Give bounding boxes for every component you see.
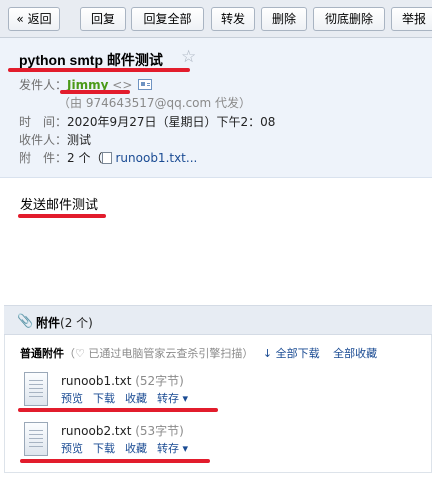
report-button[interactable]: 举报 — [391, 7, 432, 31]
attachment-filename: runoob2.txt (53字节) — [61, 422, 184, 439]
attachment-size: (52字节) — [135, 374, 184, 388]
collect-link[interactable]: 收藏 — [125, 442, 147, 455]
file-icon — [102, 152, 113, 164]
attachments-header: 📎 附件(2 个) — [4, 305, 432, 335]
contact-card-icon[interactable] — [138, 79, 153, 90]
on-behalf-row: （由 974643517@qq.com 代发） — [58, 94, 251, 112]
download-link[interactable]: 下载 — [93, 392, 115, 405]
attachment-row: 附 件：2 个（ runoob1.txt... — [19, 149, 197, 167]
file-icon[interactable] — [24, 422, 48, 456]
attachment-actions: 预览 下载 收藏 转存 ▾ — [61, 390, 198, 406]
download-all-link[interactable]: ↓ 全部下载 — [263, 347, 320, 360]
time-label: 时 间： — [19, 115, 68, 129]
file-icon[interactable] — [24, 372, 48, 406]
delete-forever-button[interactable]: 彻底删除 — [313, 7, 385, 31]
delete-button[interactable]: 删除 — [261, 7, 307, 31]
highlight-underline — [20, 459, 210, 463]
attachment-count: 2 个 — [67, 151, 91, 165]
mail-header: python smtp 邮件测试 ☆ 发件人：Jimmy <> （由 97464… — [0, 38, 432, 178]
attachment-item: runoob2.txt (53字节) 预览 下载 收藏 转存 ▾ — [20, 422, 410, 462]
collect-link[interactable]: 收藏 — [125, 392, 147, 405]
on-behalf-text: （由 974643517@qq.com 代发） — [58, 96, 252, 110]
scan-note: （♡ 已通过电脑管家云查杀引擎扫描） — [64, 347, 254, 360]
attachment-size: (53字节) — [135, 424, 184, 438]
paperclip-icon: 📎 — [17, 314, 34, 329]
to-value[interactable]: 测试 — [67, 133, 91, 147]
highlight-underline — [8, 68, 190, 72]
attachment-actions: 预览 下载 收藏 转存 ▾ — [61, 440, 198, 456]
forward-button[interactable]: 转发 — [211, 7, 255, 31]
attachment-name[interactable]: runoob1.txt — [61, 374, 131, 388]
to-row: 收件人：测试 — [19, 131, 91, 149]
attachment-name[interactable]: runoob2.txt — [61, 424, 131, 438]
save-to-link[interactable]: 转存 ▾ — [157, 442, 188, 455]
highlight-underline — [18, 408, 218, 412]
time-value: 2020年9月27日（星期日）下午2：08 — [67, 115, 276, 129]
preview-link[interactable]: 预览 — [61, 392, 83, 405]
attachments-title-label: 附件 — [36, 316, 61, 330]
attachments-title: 附件(2 个) — [36, 314, 93, 331]
mail-body-text: 发送邮件测试 — [20, 198, 99, 213]
back-button[interactable]: « 返回 — [8, 7, 60, 31]
attachments-title-count: (2 个) — [60, 316, 93, 330]
attachments-panel: 普通附件（♡ 已通过电脑管家云查杀引擎扫描） ↓ 全部下载 全部收藏 runoo… — [4, 335, 432, 473]
normal-attachments-label: 普通附件 — [20, 347, 64, 360]
highlight-underline — [18, 214, 106, 218]
attachment-filename: runoob1.txt (52字节) — [61, 372, 184, 389]
highlight-underline — [60, 90, 130, 94]
mail-toolbar: « 返回 回复 回复全部 转发 删除 彻底删除 举报 — [0, 0, 432, 38]
attachment-preview-link[interactable]: runoob1.txt... — [115, 151, 197, 165]
time-row: 时 间：2020年9月27日（星期日）下午2：08 — [19, 113, 275, 131]
download-link[interactable]: 下载 — [93, 442, 115, 455]
attachment-item: runoob1.txt (52字节) 预览 下载 收藏 转存 ▾ — [20, 372, 410, 412]
save-to-link[interactable]: 转存 ▾ — [157, 392, 188, 405]
to-label: 收件人： — [19, 133, 68, 147]
attachment-label: 附 件： — [19, 151, 68, 165]
collect-all-link[interactable]: 全部收藏 — [333, 347, 377, 360]
reply-button[interactable]: 回复 — [80, 7, 126, 31]
preview-link[interactable]: 预览 — [61, 442, 83, 455]
attachments-subheader: 普通附件（♡ 已通过电脑管家云查杀引擎扫描） ↓ 全部下载 全部收藏 — [20, 345, 377, 361]
mail-subject: python smtp 邮件测试 — [19, 52, 163, 68]
reply-all-button[interactable]: 回复全部 — [131, 7, 204, 31]
star-icon[interactable]: ☆ — [181, 47, 196, 67]
attachment-paren: （ — [90, 151, 103, 165]
